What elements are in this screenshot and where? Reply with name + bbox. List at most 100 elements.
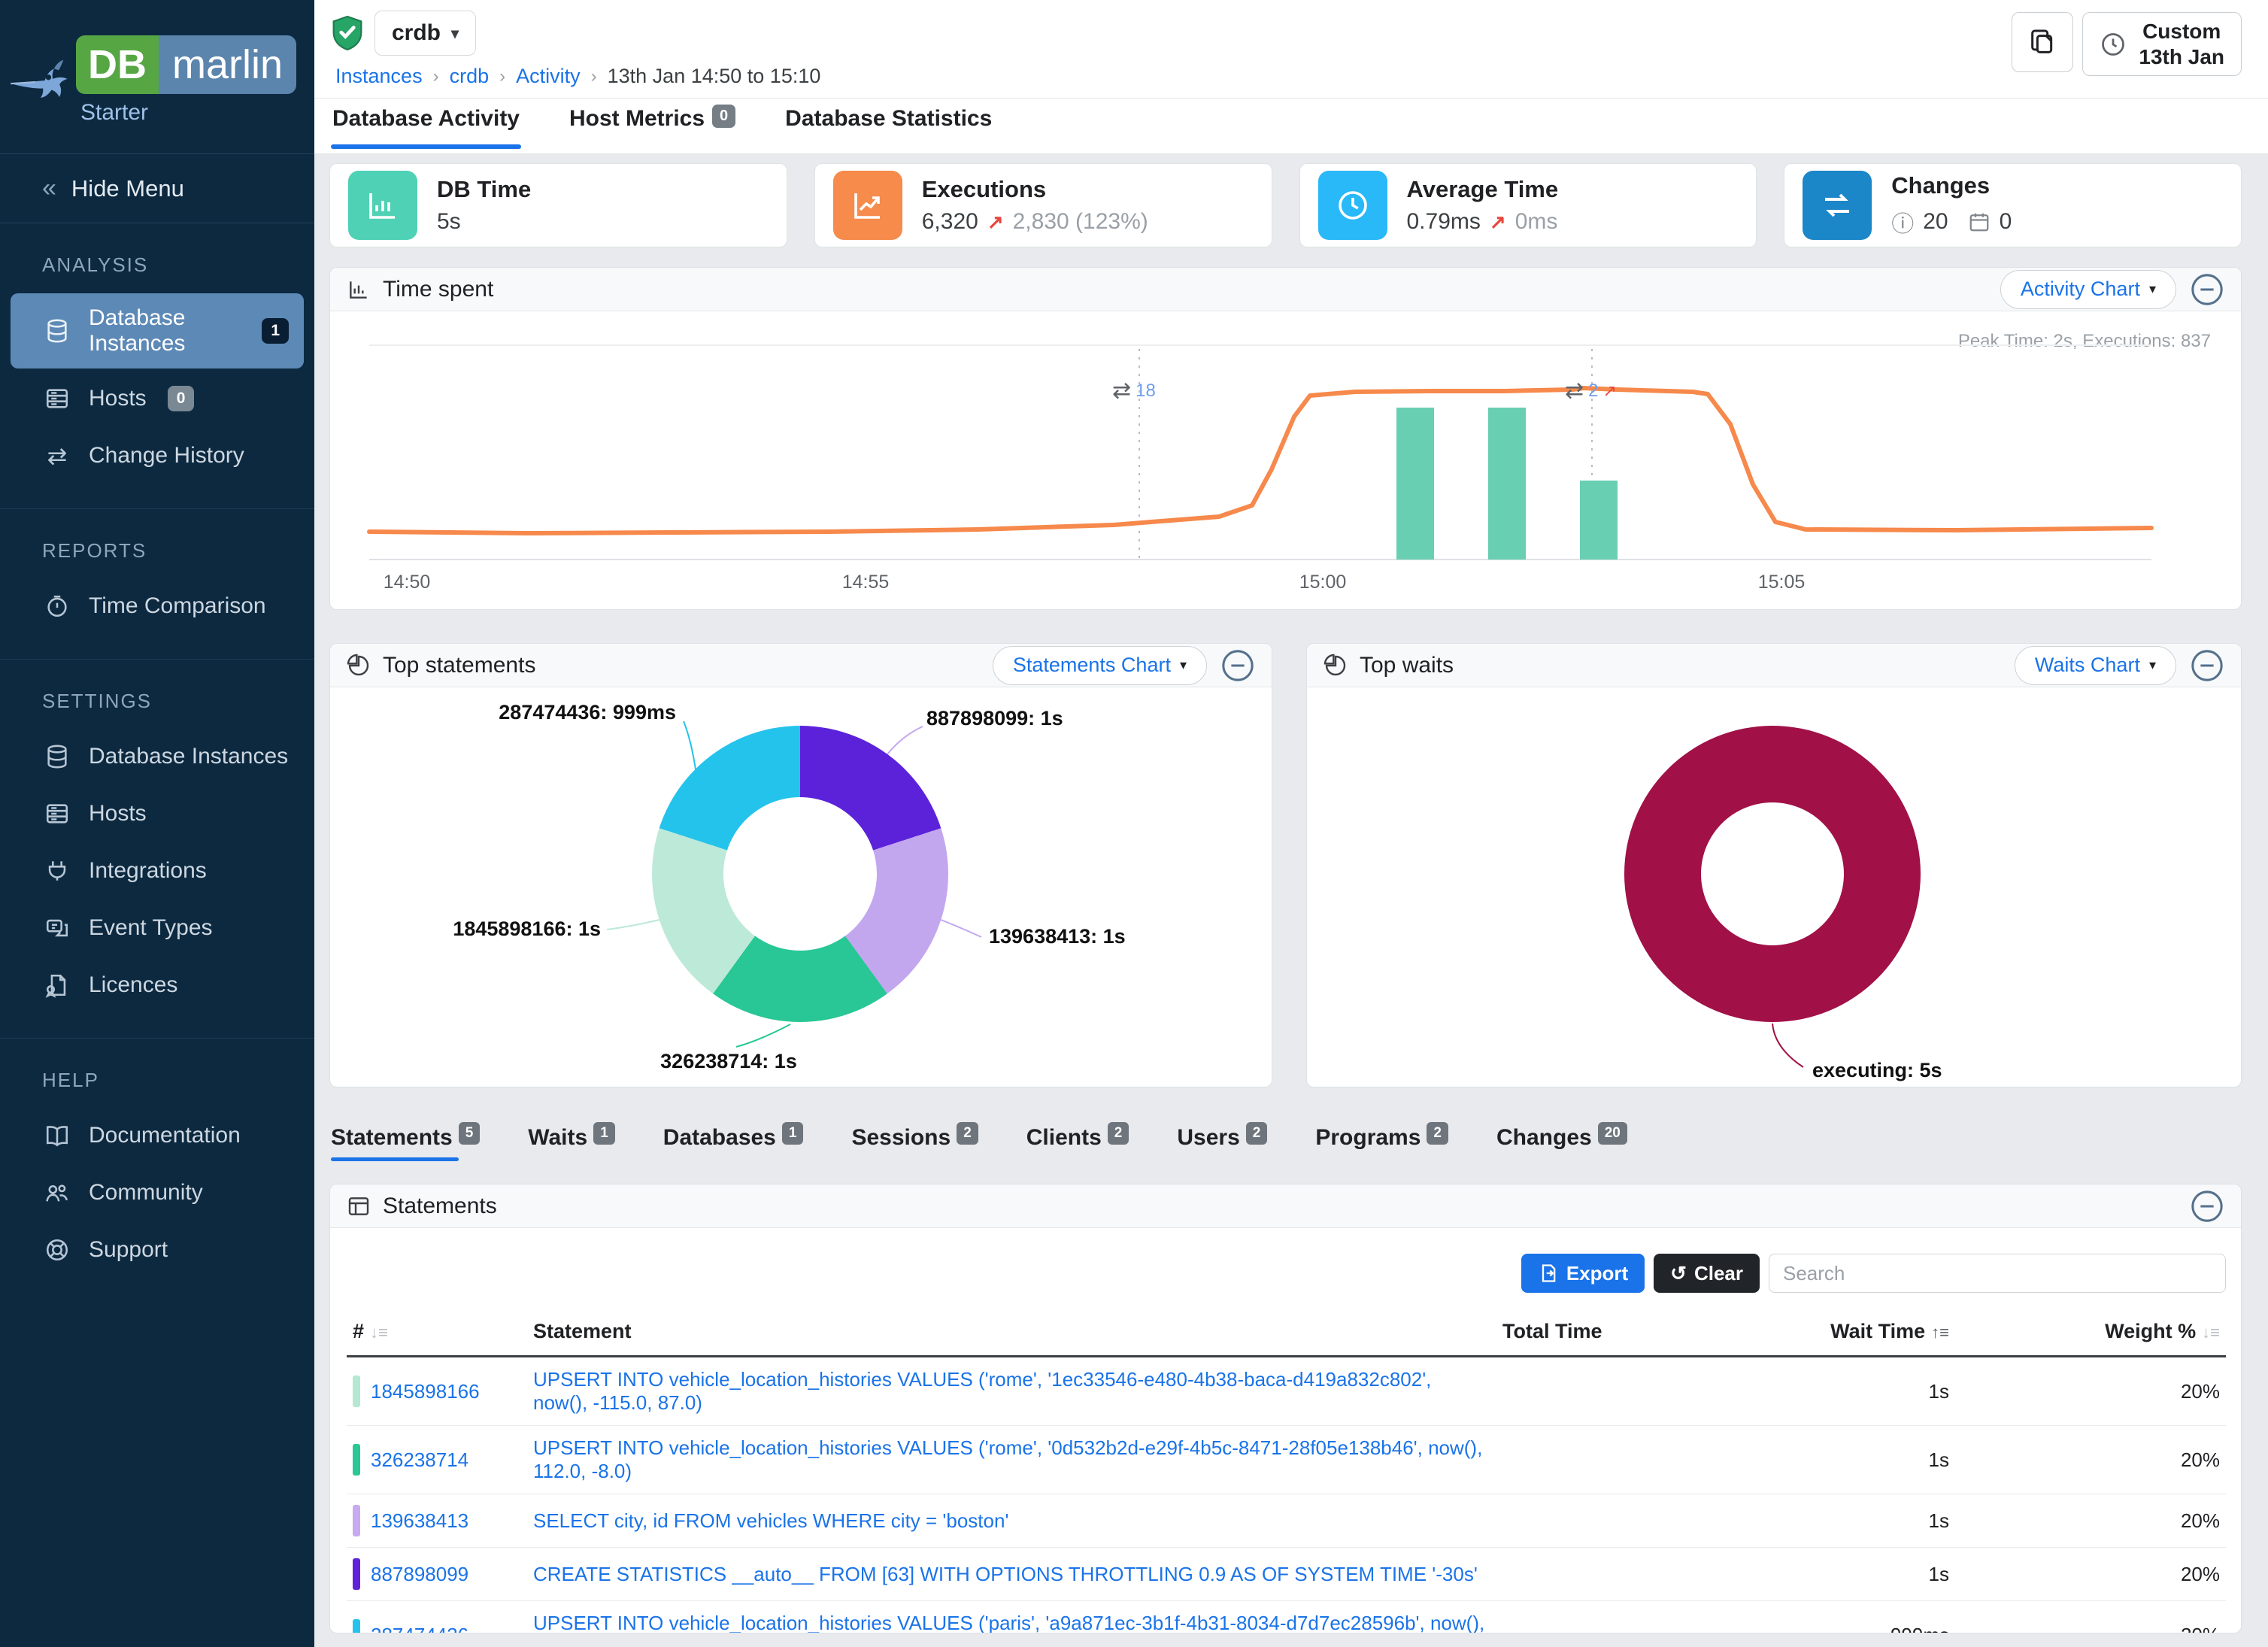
- sidebar-item-hosts[interactable]: Hosts 0: [11, 372, 304, 426]
- statements-table-panel: Statements Export ↺ Clear: [329, 1184, 2242, 1633]
- change-marker-1[interactable]: ⇄ 18: [1112, 378, 1156, 404]
- wait-time-value: 1s: [1752, 1357, 1955, 1426]
- table-row: 326238714 UPSERT INTO vehicle_location_h…: [347, 1426, 2226, 1494]
- tab-sessions[interactable]: Sessions 2: [851, 1125, 978, 1161]
- tab-clients[interactable]: Clients 2: [1026, 1125, 1129, 1161]
- statements-chart-dropdown[interactable]: Statements Chart ▾: [993, 646, 1207, 685]
- statement-id-link[interactable]: 139638413: [371, 1509, 468, 1533]
- sidebar-item-change-history[interactable]: ⇄ Change History: [11, 429, 304, 483]
- chevron-down-icon: ▾: [451, 24, 459, 43]
- statements-donut-chart[interactable]: 287474436: 999ms 887898099: 1s 139638413…: [330, 687, 1272, 1087]
- sort-icon-active: ↑≡: [1931, 1323, 1949, 1342]
- tab-waits[interactable]: Waits 1: [528, 1125, 614, 1161]
- waits-donut[interactable]: [1624, 726, 1921, 1022]
- search-input[interactable]: [1769, 1254, 2226, 1293]
- statement-id-link[interactable]: 326238714: [371, 1448, 468, 1472]
- statement-id-link[interactable]: 287474436: [371, 1624, 468, 1634]
- column-header-weight[interactable]: Weight %↓≡: [1955, 1309, 2226, 1357]
- tab-changes[interactable]: Changes 20: [1496, 1125, 1627, 1161]
- kpi-info-count: 20: [1923, 209, 1948, 235]
- tab-database-activity[interactable]: Database Activity: [331, 99, 521, 153]
- tab-databases[interactable]: Databases 1: [663, 1125, 804, 1161]
- sidebar-section-settings: SETTINGS Database Instances Hosts Integr…: [0, 660, 314, 1039]
- logo-marlin: marlin: [159, 35, 296, 94]
- panel-title: Top waits: [1360, 653, 1454, 678]
- tab-users[interactable]: Users 2: [1177, 1125, 1267, 1161]
- column-header-total-time[interactable]: Total Time: [1496, 1309, 1752, 1357]
- waits-donut-chart[interactable]: executing: 5s: [1307, 687, 2241, 1087]
- kpi-value: 0.79ms: [1407, 209, 1481, 235]
- count-badge: 1: [593, 1122, 615, 1145]
- tab-programs[interactable]: Programs 2: [1315, 1125, 1448, 1161]
- change-marker-count: 18: [1136, 381, 1156, 402]
- breadcrumb-separator: ›: [499, 66, 505, 87]
- sidebar-section-analysis: ANALYSIS Database Instances 1 Hosts 0 ⇄ …: [0, 223, 314, 509]
- statement-id-link[interactable]: 1845898166: [371, 1380, 480, 1403]
- change-arrows-icon: [1803, 171, 1872, 240]
- statement-link[interactable]: UPSERT INTO vehicle_location_histories V…: [533, 1436, 1482, 1482]
- brand-logo: DB marlin Starter: [0, 0, 314, 154]
- count-badge: 1: [782, 1122, 804, 1145]
- panel-title: Top statements: [383, 653, 535, 678]
- breadcrumb-instances[interactable]: Instances: [335, 65, 423, 88]
- sidebar-item-integrations[interactable]: Integrations: [11, 844, 304, 898]
- statement-link[interactable]: SELECT city, id FROM vehicles WHERE city…: [533, 1509, 1008, 1532]
- weight-value: 20%: [1955, 1601, 2226, 1634]
- sidebar-item-time-comparison[interactable]: Time Comparison: [11, 579, 304, 633]
- collapse-panel-icon[interactable]: [2190, 272, 2224, 307]
- sidebar-item-licences[interactable]: Licences: [11, 958, 304, 1012]
- top-statements-panel: Top statements Statements Chart ▾: [329, 643, 1272, 1087]
- weight-value: 20%: [1955, 1548, 2226, 1601]
- statement-color-chip: [353, 1376, 360, 1407]
- export-button[interactable]: Export: [1521, 1254, 1645, 1293]
- column-header-wait-time[interactable]: Wait Time↑≡: [1752, 1309, 1955, 1357]
- change-marker-2[interactable]: ⇄ 2 ↗: [1565, 378, 1617, 404]
- collapse-panel-icon[interactable]: [1220, 648, 1255, 683]
- kpi-title: DB Time: [437, 176, 531, 203]
- statement-link[interactable]: UPSERT INTO vehicle_location_histories V…: [533, 1612, 1484, 1633]
- collapse-panel-icon[interactable]: [2190, 1189, 2224, 1224]
- tab-host-metrics[interactable]: Host Metrics 0: [568, 99, 737, 153]
- tab-database-statistics[interactable]: Database Statistics: [784, 99, 993, 153]
- donut-label-326238714: 326238714: 1s: [660, 1050, 797, 1073]
- licence-icon: [42, 970, 72, 1000]
- database-icon: [42, 742, 72, 772]
- panel-title: Statements: [383, 1194, 497, 1219]
- content: DB Time 5s Executions 6,320 ↗ 2,830 (123…: [314, 154, 2268, 1647]
- table-controls: Export ↺ Clear: [330, 1254, 2226, 1293]
- sidebar-item-settings-hosts[interactable]: Hosts: [11, 787, 304, 841]
- breadcrumb-activity[interactable]: Activity: [516, 65, 581, 88]
- waits-chart-dropdown[interactable]: Waits Chart ▾: [2015, 646, 2176, 685]
- tab-label: Statements: [331, 1125, 453, 1151]
- sidebar-item-event-types[interactable]: Event Types: [11, 901, 304, 955]
- instance-selector[interactable]: crdb ▾: [374, 11, 476, 56]
- statement-id-link[interactable]: 887898099: [371, 1563, 468, 1586]
- sidebar-item-support[interactable]: Support: [11, 1223, 304, 1277]
- clear-button[interactable]: ↺ Clear: [1654, 1254, 1760, 1293]
- sidebar: DB marlin Starter « Hide Menu ANALYSIS D…: [0, 0, 314, 1647]
- kpi-title: Changes: [1891, 172, 2012, 199]
- instance-name: crdb: [392, 20, 441, 46]
- table-row: 887898099 CREATE STATISTICS __auto__ FRO…: [347, 1548, 2226, 1601]
- statement-link[interactable]: CREATE STATISTICS __auto__ FROM [63] WIT…: [533, 1563, 1478, 1585]
- sidebar-item-community[interactable]: Community: [11, 1166, 304, 1220]
- collapse-panel-icon[interactable]: [2190, 648, 2224, 683]
- time-spent-header: Time spent Activity Chart ▾: [330, 268, 2241, 311]
- hide-menu-button[interactable]: « Hide Menu: [0, 154, 314, 223]
- hide-menu-label: Hide Menu: [71, 175, 184, 202]
- statements-donut[interactable]: [652, 726, 948, 1022]
- time-range-button[interactable]: Custom 13th Jan: [2082, 12, 2242, 76]
- statement-link[interactable]: UPSERT INTO vehicle_location_histories V…: [533, 1368, 1431, 1414]
- tab-statements[interactable]: Statements 5: [331, 1125, 480, 1161]
- copy-link-button[interactable]: [2012, 12, 2073, 72]
- sidebar-item-documentation[interactable]: Documentation: [11, 1109, 304, 1163]
- kpi-delta: 2,830 (123%): [1013, 209, 1148, 235]
- breadcrumb-crdb[interactable]: crdb: [450, 65, 490, 88]
- activity-chart[interactable]: Peak Time: 2s, Executions: 837 ⇄ 18: [330, 311, 2241, 610]
- activity-chart-dropdown[interactable]: Activity Chart ▾: [2000, 270, 2176, 309]
- column-header-id[interactable]: #↓≡: [347, 1309, 527, 1357]
- column-header-statement[interactable]: Statement: [527, 1309, 1496, 1357]
- sidebar-item-database-instances[interactable]: Database Instances 1: [11, 293, 304, 369]
- sidebar-item-settings-database-instances[interactable]: Database Instances: [11, 729, 304, 784]
- sidebar-section-reports: REPORTS Time Comparison: [0, 509, 314, 660]
